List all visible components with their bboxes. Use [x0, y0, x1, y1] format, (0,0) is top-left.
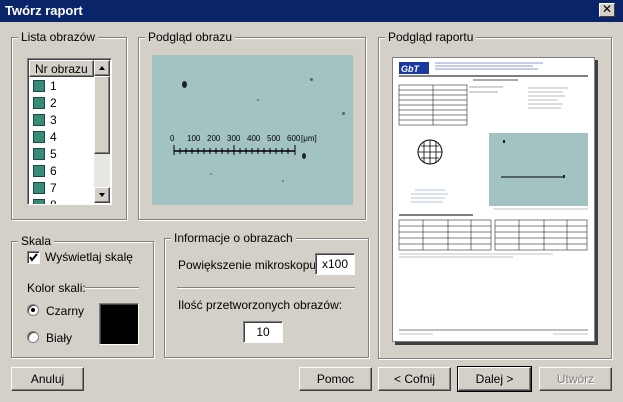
- report-preview-group-title: Podgląd raportu: [385, 30, 477, 44]
- scale-color-label: Kolor skali:: [27, 281, 86, 295]
- create-button[interactable]: Utwórz: [539, 367, 612, 391]
- list-item-label: 6: [50, 164, 57, 178]
- image-icon: [33, 199, 45, 204]
- scroll-up-button[interactable]: [94, 60, 110, 76]
- close-button[interactable]: ✕: [599, 3, 615, 17]
- images-listbox[interactable]: Nr obrazu 1 2 3 4 5 6 7 8: [27, 58, 112, 205]
- scale-label: [μm]: [301, 134, 317, 143]
- magnification-value: x100: [321, 257, 349, 271]
- scale-label: 200: [207, 134, 221, 143]
- list-column-header[interactable]: Nr obrazu: [29, 60, 94, 77]
- scroll-thumb[interactable]: [94, 76, 110, 154]
- image-preview-group-title: Podgląd obrazu: [145, 30, 236, 44]
- report-logo: GbT: [401, 64, 420, 74]
- image-icon: [33, 80, 45, 92]
- scroll-down-button[interactable]: [94, 187, 110, 203]
- list-item[interactable]: 6: [29, 163, 93, 180]
- list-item[interactable]: 2: [29, 95, 93, 112]
- image-icon: [33, 131, 45, 143]
- scale-label: 500: [267, 134, 281, 143]
- list-item-label: 1: [50, 79, 57, 93]
- processed-label: Ilość przetworzonych obrazów:: [178, 298, 343, 312]
- image-icon: [33, 148, 45, 160]
- scale-label: 100: [187, 134, 201, 143]
- help-button[interactable]: Pomoc: [299, 367, 372, 391]
- arrow-up-icon: [99, 66, 105, 70]
- radio-white[interactable]: [27, 331, 39, 343]
- list-item-label: 5: [50, 147, 57, 161]
- scale-label: 600: [287, 134, 301, 143]
- magnification-field[interactable]: x100: [315, 253, 355, 275]
- processed-count-field[interactable]: 10: [243, 321, 283, 343]
- arrow-down-icon: [99, 193, 105, 197]
- checkmark-icon: [29, 253, 38, 262]
- image-icon: [33, 165, 45, 177]
- report-thumbnail: GbT: [398, 62, 588, 335]
- scale-label: 0: [170, 134, 175, 143]
- window-title: Twórz raport: [5, 3, 83, 18]
- list-scrollbar[interactable]: [94, 60, 110, 203]
- scale-group-title: Skala: [18, 234, 55, 248]
- back-button[interactable]: < Cofnij: [378, 367, 451, 391]
- show-scale-label[interactable]: Wyświetlaj skalę: [45, 250, 133, 264]
- radio-black-label[interactable]: Czarny: [46, 304, 84, 318]
- images-list-group-title: Lista obrazów: [18, 30, 99, 44]
- list-item[interactable]: 5: [29, 146, 93, 163]
- list-item-label: 7: [50, 181, 57, 195]
- scale-color-swatch[interactable]: [99, 303, 139, 345]
- scale-color-divider: [85, 287, 139, 289]
- scale-bar: [173, 145, 296, 155]
- radio-white-label[interactable]: Biały: [46, 331, 72, 345]
- title-bar: [0, 0, 623, 22]
- info-divider: [177, 287, 355, 289]
- scale-label: 300: [227, 134, 241, 143]
- image-icon: [33, 97, 45, 109]
- radio-black[interactable]: [27, 304, 39, 316]
- list-rows: 1 2 3 4 5 6 7 8: [29, 78, 95, 205]
- list-item[interactable]: 3: [29, 112, 93, 129]
- list-item[interactable]: 1: [29, 78, 93, 95]
- list-item[interactable]: 7: [29, 180, 93, 197]
- list-item[interactable]: 8: [29, 197, 93, 205]
- report-page: GbT: [392, 57, 595, 342]
- processed-count-value: 10: [256, 325, 270, 339]
- list-item-label: 4: [50, 130, 57, 144]
- list-item-label: 2: [50, 96, 57, 110]
- show-scale-checkbox[interactable]: [27, 251, 40, 264]
- list-column-header-label: Nr obrazu: [35, 62, 88, 76]
- list-item[interactable]: 4: [29, 129, 93, 146]
- scale-labels: 0 100 200 300 400 500 600 [μm]: [170, 134, 350, 146]
- scale-label: 400: [247, 134, 261, 143]
- list-item-label: 3: [50, 113, 57, 127]
- list-item-label: 8: [50, 198, 57, 205]
- info-group-title: Informacje o obrazach: [171, 231, 296, 245]
- cancel-button[interactable]: Anuluj: [11, 367, 84, 391]
- image-icon: [33, 114, 45, 126]
- image-icon: [33, 182, 45, 194]
- magnification-label: Powiększenie mikroskopu:: [178, 258, 320, 272]
- microscope-image: 0 100 200 300 400 500 600 [μm]: [152, 55, 353, 205]
- next-button[interactable]: Dalej >: [458, 367, 531, 391]
